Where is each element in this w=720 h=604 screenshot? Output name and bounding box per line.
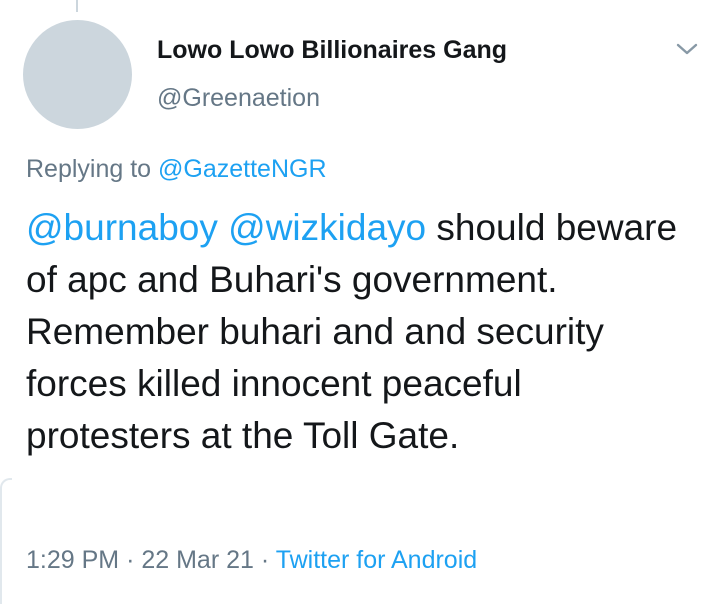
replying-to-label: Replying to (26, 155, 152, 183)
tweet-time[interactable]: 1:29 PM (26, 546, 119, 574)
reply-mention-link[interactable]: @GazetteNGR (158, 155, 326, 183)
replying-to-line: Replying to @GazetteNGR (26, 155, 327, 184)
thread-connector-line (76, 0, 78, 12)
author-handle[interactable]: @Greenaetion (157, 84, 320, 113)
tweet-metadata: 1:29 PM · 22 Mar 21 · Twitter for Androi… (26, 546, 477, 575)
tweet-date[interactable]: 22 Mar 21 (141, 546, 254, 574)
avatar[interactable] (23, 20, 132, 129)
mention-link-burnaboy[interactable]: @burnaboy (26, 207, 218, 248)
meta-separator: · (260, 546, 270, 574)
tweet-text: @burnaboy @wizkidayo should beware of ap… (26, 202, 696, 462)
chevron-down-icon[interactable] (674, 38, 700, 60)
author-display-name[interactable]: Lowo Lowo Billionaires Gang (157, 36, 507, 65)
left-edge-decoration (0, 478, 12, 604)
mention-link-wizkidayo[interactable]: @wizkidayo (228, 207, 426, 248)
tweet-source-link[interactable]: Twitter for Android (276, 546, 477, 574)
meta-separator: · (126, 546, 135, 574)
